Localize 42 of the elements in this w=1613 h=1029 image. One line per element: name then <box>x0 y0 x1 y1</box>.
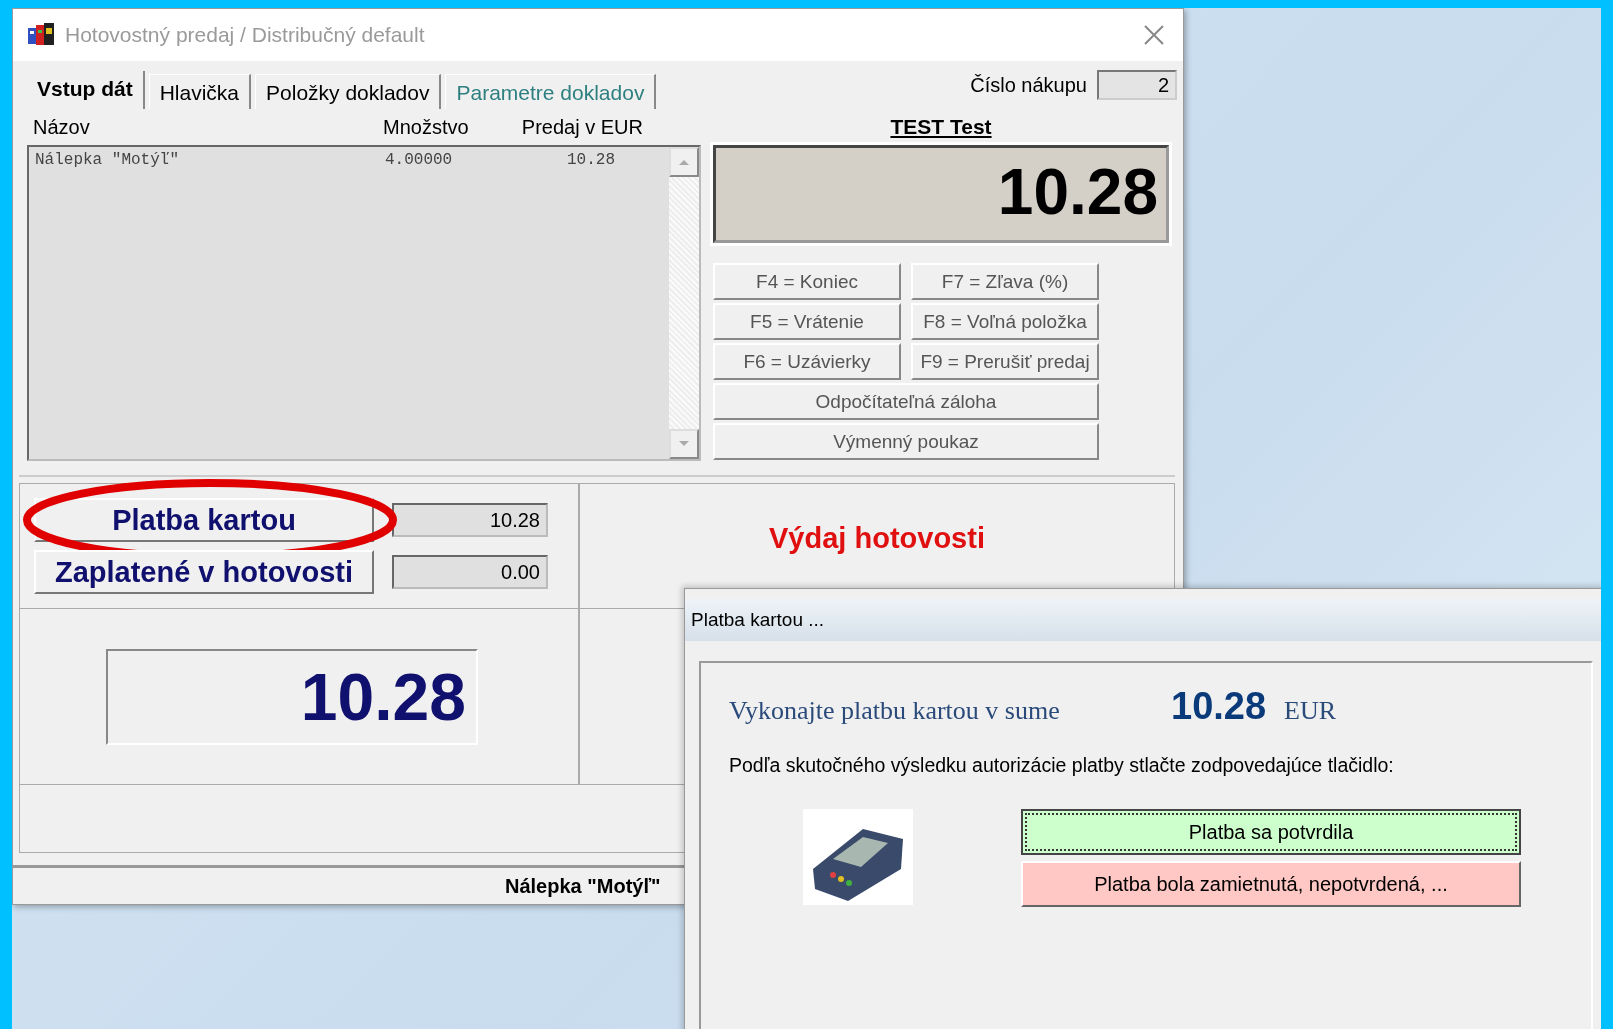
amount-text: 10.28 <box>1171 685 1267 728</box>
tab[interactable]: Položky dokladov <box>255 74 442 109</box>
dialog-title: Platba kartou ... <box>691 609 825 631</box>
close-icon <box>1143 24 1165 46</box>
currency-text: EUR <box>1284 696 1337 726</box>
column-header: Predaj v EUR <box>520 115 643 139</box>
function-button[interactable]: Odpočítateľná záloha <box>713 383 1099 420</box>
cash-out-label: Výdaj hotovosti <box>769 522 985 555</box>
function-button[interactable]: F9 = Prerušiť predaj <box>911 343 1099 380</box>
status-text: Nálepka "Motýľ" <box>505 874 661 898</box>
function-button[interactable]: F5 = Vrátenie <box>713 303 901 340</box>
prompt-text: Vykonajte platbu kartou v sume <box>729 696 1061 726</box>
customer-name: TEST Test <box>889 114 993 140</box>
down-arrow-icon <box>678 440 690 448</box>
column-header: Množstvo <box>383 115 470 139</box>
function-button[interactable]: F6 = Uzávierky <box>713 343 901 380</box>
table-cell-text: 10.28 <box>566 151 615 169</box>
scroll-up-button[interactable] <box>669 147 699 177</box>
total-display: 10.28 <box>713 145 1169 243</box>
function-button[interactable]: F8 = Voľná položka <box>911 303 1099 340</box>
up-arrow-icon <box>678 158 690 166</box>
payment-button[interactable]: Platba kartou <box>34 498 374 542</box>
payment-button[interactable]: Zaplatené v hotovosti <box>34 550 374 594</box>
purchase-number-label: Číslo nákupu <box>970 73 1087 97</box>
purchase-number-field: 2 <box>1097 70 1177 100</box>
tab[interactable]: Parametre dokladov <box>445 74 657 109</box>
app-icon <box>27 22 57 48</box>
function-button[interactable]: Výmenný poukaz <box>713 423 1099 460</box>
function-button[interactable]: F4 = Koniec <box>713 263 901 300</box>
table-cell-text: Nálepka "Motýľ" <box>35 151 181 169</box>
window-title: Hotovostný predaj / Distribučný default <box>65 23 425 47</box>
scroll-down-button[interactable] <box>669 429 699 459</box>
payment-field: 0.00 <box>392 555 548 589</box>
tab[interactable]: Hlavička <box>148 74 252 109</box>
dialog-button[interactable]: Platba bola zamietnutá, nepotvrdená, ... <box>1021 861 1521 907</box>
instruction-text: Podľa skutočného výsledku autorizácie platby stlačte zodpovedajúce tlačidlo: <box>729 754 1395 777</box>
payment-field: 10.28 <box>392 503 548 537</box>
dialog-button[interactable]: Platba sa potvrdila <box>1021 809 1521 855</box>
table-cell-text: 4.00000 <box>385 151 454 169</box>
function-button[interactable]: F7 = Zľava (%) <box>911 263 1099 300</box>
column-header: Názov <box>33 115 91 139</box>
total-display: 10.28 <box>106 648 478 745</box>
